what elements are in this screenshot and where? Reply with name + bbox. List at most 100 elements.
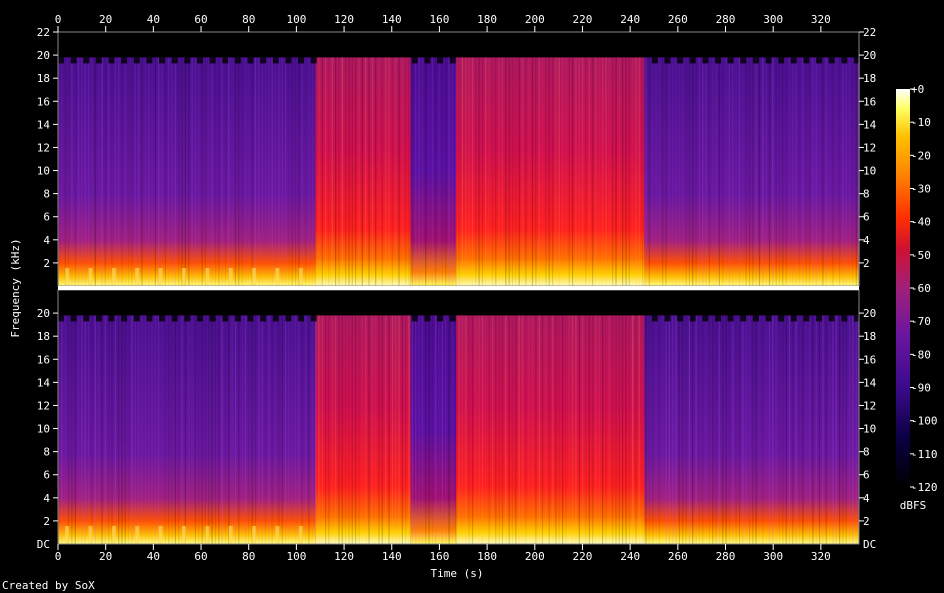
- y-tick-label-left: 20: [37, 307, 50, 320]
- texture-stripe: [121, 57, 123, 287]
- x-tick-label-top: 200: [525, 13, 545, 26]
- texture-stripe: [815, 315, 817, 544]
- texture-stripe: [291, 57, 293, 287]
- x-tick-label-bottom: 60: [194, 550, 207, 563]
- texture-stripe: [358, 57, 360, 287]
- texture-stripe: [141, 57, 143, 287]
- texture-stripe: [471, 57, 474, 287]
- texture-stripe: [128, 315, 130, 544]
- texture-stripe: [345, 315, 347, 544]
- texture-stripe: [335, 315, 337, 544]
- texture-stripe: [84, 57, 86, 287]
- texture-stripe: [401, 57, 403, 287]
- spectrogram-panels: [57, 31, 861, 545]
- texture-stripe: [692, 57, 694, 287]
- texture-stripe: [194, 57, 196, 287]
- x-tick-label-bottom: 120: [334, 550, 354, 563]
- texture-stripe: [84, 315, 86, 544]
- onset-burst: [88, 268, 93, 286]
- colorbar-tick-label: -80: [911, 348, 931, 361]
- texture-stripe: [598, 315, 600, 544]
- texture-stripe: [575, 57, 577, 287]
- texture-stripe: [431, 57, 433, 287]
- texture-stripe: [742, 57, 744, 287]
- texture-stripe: [735, 57, 737, 287]
- onset-burst: [275, 268, 280, 286]
- x-tick-label-bottom: 40: [147, 550, 160, 563]
- texture-stripe: [612, 315, 614, 544]
- texture-stripe: [418, 315, 420, 544]
- texture-stripe: [812, 57, 814, 287]
- texture-stripe: [852, 57, 854, 287]
- texture-stripe: [625, 57, 627, 287]
- texture-stripe: [488, 57, 490, 287]
- cutoff-notch: [95, 57, 102, 64]
- cutoff-notch: [449, 315, 456, 322]
- texture-stripe: [271, 315, 273, 544]
- texture-stripe: [171, 57, 173, 287]
- texture-stripe: [475, 57, 477, 287]
- texture-stripe: [381, 57, 383, 287]
- texture-stripe: [688, 315, 690, 544]
- footer-label: Created by SoX: [2, 579, 95, 592]
- cutoff-notch: [146, 315, 153, 322]
- texture-stripe: [501, 57, 504, 287]
- texture-stripe: [548, 315, 550, 544]
- texture-stripe: [782, 315, 784, 544]
- cutoff-notch: [70, 315, 77, 322]
- texture-stripe: [124, 315, 126, 544]
- segment-1: [58, 57, 316, 287]
- cutoff-notch: [740, 57, 747, 64]
- texture-stripe: [184, 57, 186, 287]
- cutoff-notch: [449, 57, 456, 64]
- x-tick-label-top: 240: [620, 13, 640, 26]
- texture-stripe: [665, 57, 667, 287]
- texture-stripe: [758, 315, 761, 544]
- cutoff-notch: [790, 57, 797, 64]
- texture-stripe: [775, 315, 777, 544]
- texture-stripe: [258, 315, 260, 544]
- texture-stripe: [715, 315, 717, 544]
- texture-stripe: [288, 57, 290, 287]
- texture-stripe: [288, 315, 290, 544]
- texture-stripe: [849, 315, 851, 544]
- texture-stripe: [158, 57, 160, 287]
- texture-stripe: [431, 315, 433, 544]
- cutoff-notch: [778, 315, 785, 322]
- texture-stripe: [351, 315, 353, 544]
- texture-stripe: [455, 57, 457, 287]
- x-tick-label-top: 160: [429, 13, 449, 26]
- texture-stripe: [148, 315, 150, 544]
- cutoff-notch: [58, 315, 64, 322]
- texture-stripe: [385, 57, 387, 287]
- texture-stripe: [715, 57, 717, 287]
- texture-stripe: [338, 315, 340, 544]
- onset-burst: [181, 268, 186, 286]
- texture-stripe: [521, 57, 524, 287]
- texture-stripe: [311, 57, 313, 287]
- texture-stripe: [415, 57, 417, 287]
- texture-stripe: [441, 315, 443, 544]
- onset-burst: [158, 268, 163, 286]
- texture-stripe: [835, 57, 837, 287]
- cutoff-notch: [424, 315, 431, 322]
- texture-stripe: [151, 57, 153, 287]
- texture-stripe: [138, 57, 140, 287]
- texture-stripe: [365, 315, 367, 544]
- cutoff-notch: [816, 315, 823, 322]
- texture-stripe: [592, 57, 594, 287]
- texture-stripe: [588, 57, 590, 287]
- texture-stripe: [825, 315, 827, 544]
- texture-stripe: [485, 315, 487, 544]
- texture-stripe: [311, 315, 313, 544]
- texture-stripe: [231, 315, 233, 544]
- y-tick-label-left: 20: [37, 49, 50, 62]
- cutoff-notch: [651, 315, 658, 322]
- cutoff-notch: [677, 315, 684, 322]
- texture-stripe: [632, 57, 634, 287]
- texture-stripe: [545, 57, 547, 287]
- y-tick-label-right: 18: [863, 330, 876, 343]
- texture-stripe: [792, 57, 794, 287]
- texture-stripe: [124, 57, 126, 287]
- texture-stripe: [728, 315, 730, 544]
